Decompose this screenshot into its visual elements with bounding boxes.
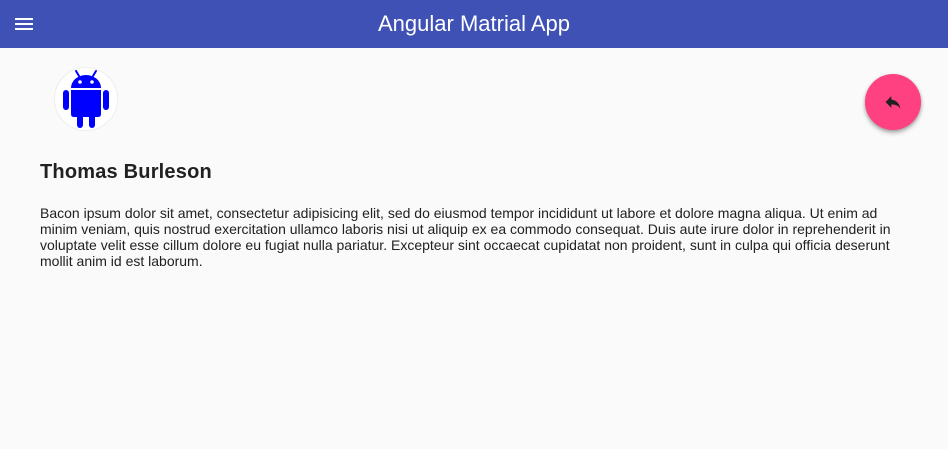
menu-button[interactable] [8, 8, 40, 40]
user-bio: Bacon ipsum dolor sit amet, consectetur … [40, 205, 891, 269]
menu-icon [15, 18, 33, 30]
reply-fab-button[interactable] [865, 74, 921, 130]
app-title: Angular Matrial App [378, 11, 570, 36]
android-icon [63, 70, 109, 128]
avatar [54, 67, 118, 131]
reply-icon [885, 96, 901, 109]
main-content: Thomas Burleson Bacon ipsum dolor sit am… [0, 48, 948, 449]
user-name: Thomas Burleson [40, 161, 212, 183]
app-toolbar: Angular Matrial App [0, 0, 948, 48]
